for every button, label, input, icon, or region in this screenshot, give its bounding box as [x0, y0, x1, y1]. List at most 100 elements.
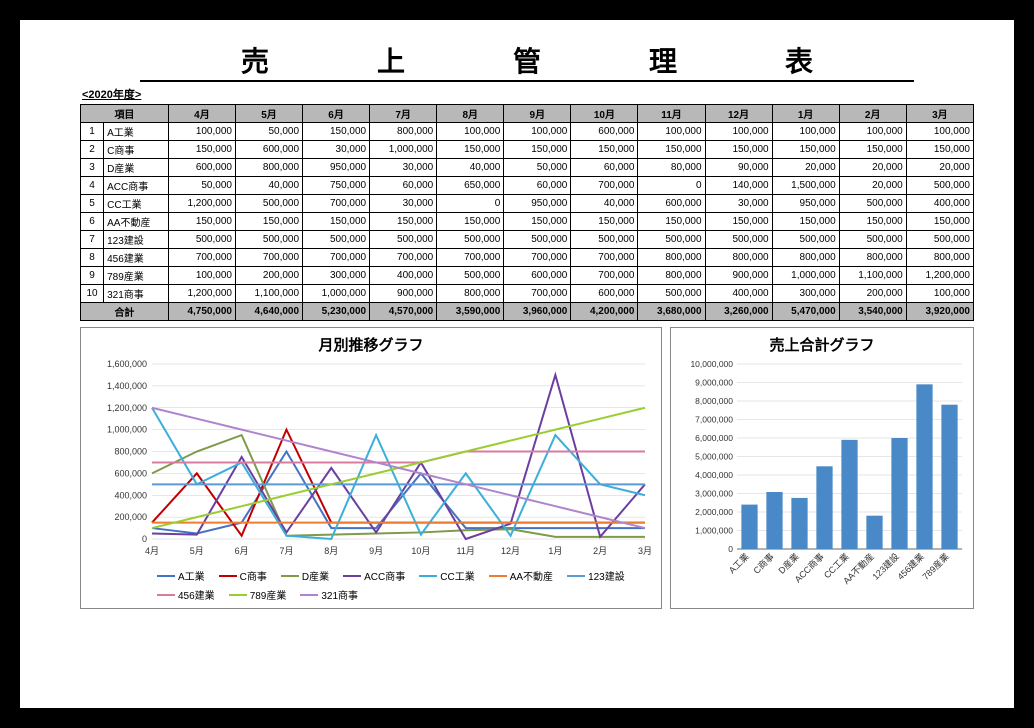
- bar-chart-svg: 01,000,0002,000,0003,000,0004,000,0005,0…: [677, 359, 967, 594]
- svg-text:4月: 4月: [145, 546, 159, 556]
- row-name: CC工業: [104, 195, 169, 213]
- cell-value: 950,000: [303, 159, 370, 177]
- row-number: 5: [81, 195, 104, 213]
- svg-text:200,000: 200,000: [114, 512, 147, 522]
- cell-value: 800,000: [705, 249, 772, 267]
- cell-value: 200,000: [235, 267, 302, 285]
- svg-text:1,000,000: 1,000,000: [695, 526, 733, 536]
- cell-value: 800,000: [437, 285, 504, 303]
- cell-value: 900,000: [705, 267, 772, 285]
- row-name: AA不動産: [104, 213, 169, 231]
- cell-value: 700,000: [504, 249, 571, 267]
- cell-value: 0: [638, 177, 705, 195]
- cell-value: 1,200,000: [168, 285, 235, 303]
- cell-value: 1,200,000: [168, 195, 235, 213]
- table-row: 8456建業700,000700,000700,000700,000700,00…: [81, 249, 974, 267]
- cell-value: 150,000: [839, 213, 906, 231]
- cell-value: 200,000: [839, 285, 906, 303]
- svg-text:7,000,000: 7,000,000: [695, 415, 733, 425]
- row-name: C商事: [104, 141, 169, 159]
- cell-value: 100,000: [504, 123, 571, 141]
- cell-value: 950,000: [504, 195, 571, 213]
- cell-value: 20,000: [906, 159, 973, 177]
- svg-text:1,000,000: 1,000,000: [107, 425, 147, 435]
- cell-value: 650,000: [437, 177, 504, 195]
- cell-value: 100,000: [638, 123, 705, 141]
- svg-text:8月: 8月: [324, 546, 338, 556]
- row-number: 2: [81, 141, 104, 159]
- row-name: A工業: [104, 123, 169, 141]
- cell-value: 30,000: [705, 195, 772, 213]
- cell-value: 50,000: [235, 123, 302, 141]
- page-title: 売 上 管 理 表: [140, 40, 914, 82]
- svg-text:7月: 7月: [279, 546, 293, 556]
- col-header-month: 4月: [168, 105, 235, 123]
- cell-value: 700,000: [571, 249, 638, 267]
- cell-value: 60,000: [571, 159, 638, 177]
- legend-swatch: [157, 575, 175, 577]
- table-row: 4ACC商事50,00040,000750,00060,000650,00060…: [81, 177, 974, 195]
- cell-value: 500,000: [235, 195, 302, 213]
- cell-value: 140,000: [705, 177, 772, 195]
- cell-value: 800,000: [906, 249, 973, 267]
- cell-value: 500,000: [437, 231, 504, 249]
- col-header-month: 10月: [571, 105, 638, 123]
- svg-text:2月: 2月: [593, 546, 607, 556]
- svg-text:4,000,000: 4,000,000: [695, 470, 733, 480]
- chart-legend: A工業C商事D産業ACC商事CC工業AA不動産123建設456建業789産業32…: [87, 564, 655, 602]
- svg-text:0: 0: [142, 534, 147, 544]
- total-value: 5,470,000: [772, 303, 839, 321]
- cell-value: 1,200,000: [906, 267, 973, 285]
- cell-value: 700,000: [571, 267, 638, 285]
- page: 売 上 管 理 表 <2020年度> 項目4月5月6月7月8月9月10月11月1…: [20, 20, 1014, 708]
- cell-value: 150,000: [571, 213, 638, 231]
- cell-value: 150,000: [705, 213, 772, 231]
- cell-value: 500,000: [638, 285, 705, 303]
- cell-value: 1,500,000: [772, 177, 839, 195]
- cell-value: 600,000: [638, 195, 705, 213]
- legend-item: ACC商事: [343, 568, 405, 583]
- cell-value: 1,000,000: [370, 141, 437, 159]
- row-number: 1: [81, 123, 104, 141]
- cell-value: 700,000: [235, 249, 302, 267]
- legend-swatch: [157, 594, 175, 596]
- cell-value: 500,000: [772, 231, 839, 249]
- cell-value: 150,000: [437, 213, 504, 231]
- cell-value: 800,000: [638, 249, 705, 267]
- total-value: 3,920,000: [906, 303, 973, 321]
- svg-text:8,000,000: 8,000,000: [695, 396, 733, 406]
- cell-value: 700,000: [504, 285, 571, 303]
- legend-swatch: [219, 575, 237, 577]
- cell-value: 150,000: [504, 141, 571, 159]
- cell-value: 750,000: [303, 177, 370, 195]
- cell-value: 30,000: [303, 141, 370, 159]
- total-value: 3,590,000: [437, 303, 504, 321]
- svg-text:5,000,000: 5,000,000: [695, 452, 733, 462]
- legend-swatch: [567, 575, 585, 577]
- col-header-month: 5月: [235, 105, 302, 123]
- row-number: 9: [81, 267, 104, 285]
- legend-label: 456建業: [178, 587, 215, 602]
- cell-value: 500,000: [705, 231, 772, 249]
- cell-value: 600,000: [235, 141, 302, 159]
- svg-text:600,000: 600,000: [114, 468, 147, 478]
- legend-item: A工業: [157, 568, 205, 583]
- total-value: 4,200,000: [571, 303, 638, 321]
- svg-text:11月: 11月: [457, 546, 475, 556]
- cell-value: 100,000: [437, 123, 504, 141]
- col-header-month: 3月: [906, 105, 973, 123]
- cell-value: 100,000: [168, 267, 235, 285]
- cell-value: 20,000: [839, 177, 906, 195]
- col-header-month: 7月: [370, 105, 437, 123]
- cell-value: 20,000: [839, 159, 906, 177]
- col-header-month: 1月: [772, 105, 839, 123]
- total-value: 3,540,000: [839, 303, 906, 321]
- col-header-month: 6月: [303, 105, 370, 123]
- table-header-row: 項目4月5月6月7月8月9月10月11月12月1月2月3月: [81, 105, 974, 123]
- row-name: 321商事: [104, 285, 169, 303]
- legend-label: CC工業: [440, 568, 474, 583]
- total-value: 3,680,000: [638, 303, 705, 321]
- cell-value: 400,000: [370, 267, 437, 285]
- col-header-month: 12月: [705, 105, 772, 123]
- table-row: 7123建設500,000500,000500,000500,000500,00…: [81, 231, 974, 249]
